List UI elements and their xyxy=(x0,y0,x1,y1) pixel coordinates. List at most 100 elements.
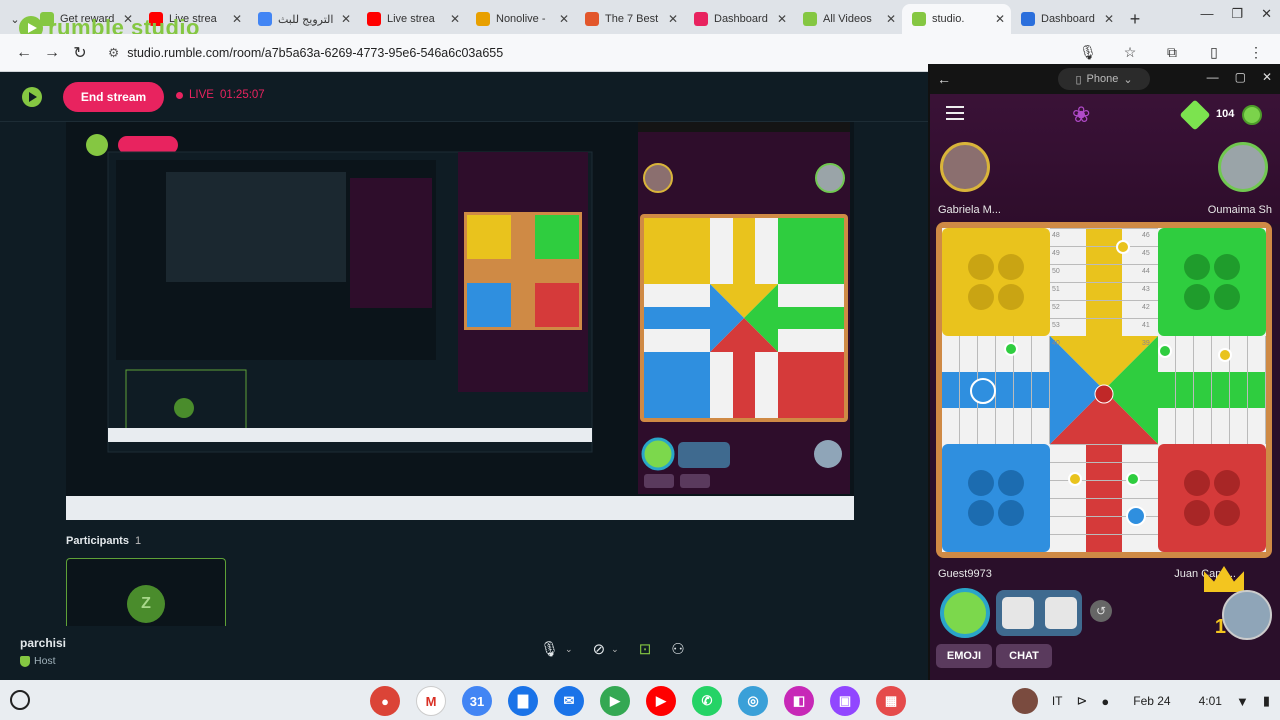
whatsapp-icon[interactable]: ✆ xyxy=(692,686,722,716)
tab-close-icon[interactable]: ✕ xyxy=(1104,12,1114,26)
browser-tab[interactable]: Live strea ✕ xyxy=(357,4,466,34)
tab-favicon-icon xyxy=(912,12,926,26)
blue-piece[interactable] xyxy=(970,378,996,404)
hamburger-menu-icon[interactable] xyxy=(946,106,964,120)
tab-favicon-icon xyxy=(258,12,272,26)
red-base xyxy=(1158,444,1266,552)
chrome-icon[interactable]: ● xyxy=(370,686,400,716)
tab-label: All Videos xyxy=(823,13,872,25)
player1-avatar[interactable] xyxy=(940,142,990,192)
tab-close-icon[interactable]: ✕ xyxy=(777,12,787,26)
gmail-icon[interactable]: M xyxy=(416,686,446,716)
host-shield-icon xyxy=(20,655,30,667)
time-text[interactable]: 4:01 xyxy=(1199,694,1222,708)
input-language[interactable]: IT xyxy=(1052,694,1063,708)
grapes-icon[interactable]: ❀ xyxy=(1072,102,1090,128)
meet-icon[interactable]: ▶ xyxy=(600,686,630,716)
invite-participants-button[interactable]: ⚇ xyxy=(671,640,684,658)
browser-tab[interactable]: The 7 Best ✕ xyxy=(575,4,684,34)
yellow-piece[interactable] xyxy=(1116,240,1130,254)
tab-close-icon[interactable]: ✕ xyxy=(559,12,569,26)
yellow-piece[interactable] xyxy=(1218,348,1232,362)
back-arrow-icon[interactable]: ← xyxy=(10,39,38,67)
new-tab-button[interactable]: + xyxy=(1120,4,1150,34)
player4-avatar[interactable] xyxy=(1222,590,1272,640)
site-info-icon[interactable]: ⚙ xyxy=(108,45,119,60)
tab-close-icon[interactable]: ✕ xyxy=(232,12,242,26)
tab-close-icon[interactable]: ✕ xyxy=(450,12,460,26)
screen-share-button[interactable]: ⊡ xyxy=(639,640,652,658)
cell-number: 48 xyxy=(1052,232,1060,239)
browser-tab[interactable]: Dashboard ✕ xyxy=(684,4,793,34)
back-arrow-icon[interactable]: ← xyxy=(930,71,958,87)
studio-controls: 🎙 ⌄ ⊘ ⌄ ⊡ ⚇ xyxy=(540,640,685,658)
coin-icon[interactable] xyxy=(1242,105,1262,125)
dice-tray[interactable] xyxy=(996,590,1082,636)
close-window-icon[interactable]: ✕ xyxy=(1261,6,1272,22)
battery-icon[interactable]: ▮ xyxy=(1263,693,1270,709)
cast-icon[interactable]: ⊳ xyxy=(1076,693,1087,709)
browser-tab[interactable]: الترويج للبث ✕ xyxy=(248,4,357,34)
chevron-down-icon[interactable]: ⌄ xyxy=(611,644,619,655)
game-bottom-bar: Guest9973 Juan Capit... ↺ 1 EMOJI CHAT xyxy=(930,558,1280,680)
tab-close-icon[interactable]: ✕ xyxy=(886,12,896,26)
die-icon[interactable] xyxy=(1001,597,1034,629)
taskbar-apps: ● M 31 ▇ ✉ ▶ ▶ ✆ ◎ ◧ ▣ ▦ xyxy=(370,686,906,716)
user-avatar[interactable] xyxy=(1011,688,1038,714)
minimize-icon[interactable]: — xyxy=(1207,70,1219,84)
app-pink-icon[interactable]: ◧ xyxy=(784,686,814,716)
die-icon[interactable] xyxy=(1044,597,1077,629)
minimize-icon[interactable]: — xyxy=(1200,6,1213,22)
undo-icon[interactable]: ↺ xyxy=(1090,600,1112,622)
maximize-icon[interactable]: ▢ xyxy=(1235,70,1246,84)
tab-close-icon[interactable]: ✕ xyxy=(341,12,351,26)
browser-tab[interactable]: All Videos ✕ xyxy=(793,4,902,34)
browser-tab[interactable]: studio. ✕ xyxy=(902,4,1011,34)
reload-icon[interactable]: ↻ xyxy=(66,39,94,67)
yellow-piece[interactable] xyxy=(1068,472,1082,486)
files-icon[interactable]: ▇ xyxy=(508,686,538,716)
record-icon[interactable]: ● xyxy=(1101,694,1109,709)
calendar-icon[interactable]: 31 xyxy=(462,686,492,716)
extensions-icon[interactable]: ⧉ xyxy=(1158,39,1186,67)
tab-label: The 7 Best xyxy=(605,13,659,25)
url-input[interactable]: ⚙ studio.rumble.com/room/a7b5a63a-6269-4… xyxy=(100,39,1060,67)
forward-arrow-icon[interactable]: → xyxy=(38,39,66,67)
messages-icon[interactable]: ✉ xyxy=(554,686,584,716)
youtube-icon[interactable]: ▶ xyxy=(646,686,676,716)
browser-tab[interactable]: Nonolive - ✕ xyxy=(466,4,575,34)
participant-avatar: Z xyxy=(127,585,165,623)
chat-button[interactable]: CHAT xyxy=(996,644,1052,668)
tab-close-icon[interactable]: ✕ xyxy=(995,12,1005,26)
date-text[interactable]: Feb 24 xyxy=(1133,694,1170,708)
green-piece[interactable] xyxy=(1126,472,1140,486)
twitch-icon[interactable]: ▣ xyxy=(830,686,860,716)
side-panel-icon[interactable]: ▯ xyxy=(1200,39,1228,67)
green-piece[interactable] xyxy=(1158,344,1172,358)
rumble-logo-icon[interactable] xyxy=(20,85,44,109)
blue-piece[interactable] xyxy=(1126,506,1146,526)
menu-kebab-icon[interactable]: ⋮ xyxy=(1242,39,1270,67)
green-piece[interactable] xyxy=(1004,342,1018,356)
preview-canvas xyxy=(66,122,854,520)
participant-card[interactable]: Z xyxy=(66,558,226,626)
chevron-down-icon[interactable]: ⌄ xyxy=(565,644,573,655)
tab-close-icon[interactable]: ✕ xyxy=(668,12,678,26)
camera-toggle[interactable]: ⊘ ⌄ xyxy=(593,640,619,658)
microphone-icon[interactable]: 🎙 xyxy=(1074,39,1102,67)
right-track xyxy=(1158,336,1266,444)
cell-number: 46 xyxy=(1142,232,1150,239)
browser-tab[interactable]: Dashboard ✕ xyxy=(1011,4,1120,34)
emoji-button[interactable]: EMOJI xyxy=(936,644,992,668)
bookmark-star-icon[interactable]: ☆ xyxy=(1116,39,1144,67)
close-icon[interactable]: ✕ xyxy=(1262,70,1272,84)
end-stream-button[interactable]: End stream xyxy=(63,82,164,112)
launcher-icon[interactable] xyxy=(10,690,30,710)
wifi-icon[interactable]: ▼ xyxy=(1236,694,1249,709)
player2-avatar[interactable] xyxy=(1218,142,1268,192)
restore-icon[interactable]: ❐ xyxy=(1231,6,1243,22)
app-blue-icon[interactable]: ◎ xyxy=(738,686,768,716)
app-multi-icon[interactable]: ▦ xyxy=(876,686,906,716)
phone-device-selector[interactable]: ▯ Phone ⌄ xyxy=(1058,68,1150,90)
microphone-toggle[interactable]: 🎙 ⌄ xyxy=(540,640,573,658)
